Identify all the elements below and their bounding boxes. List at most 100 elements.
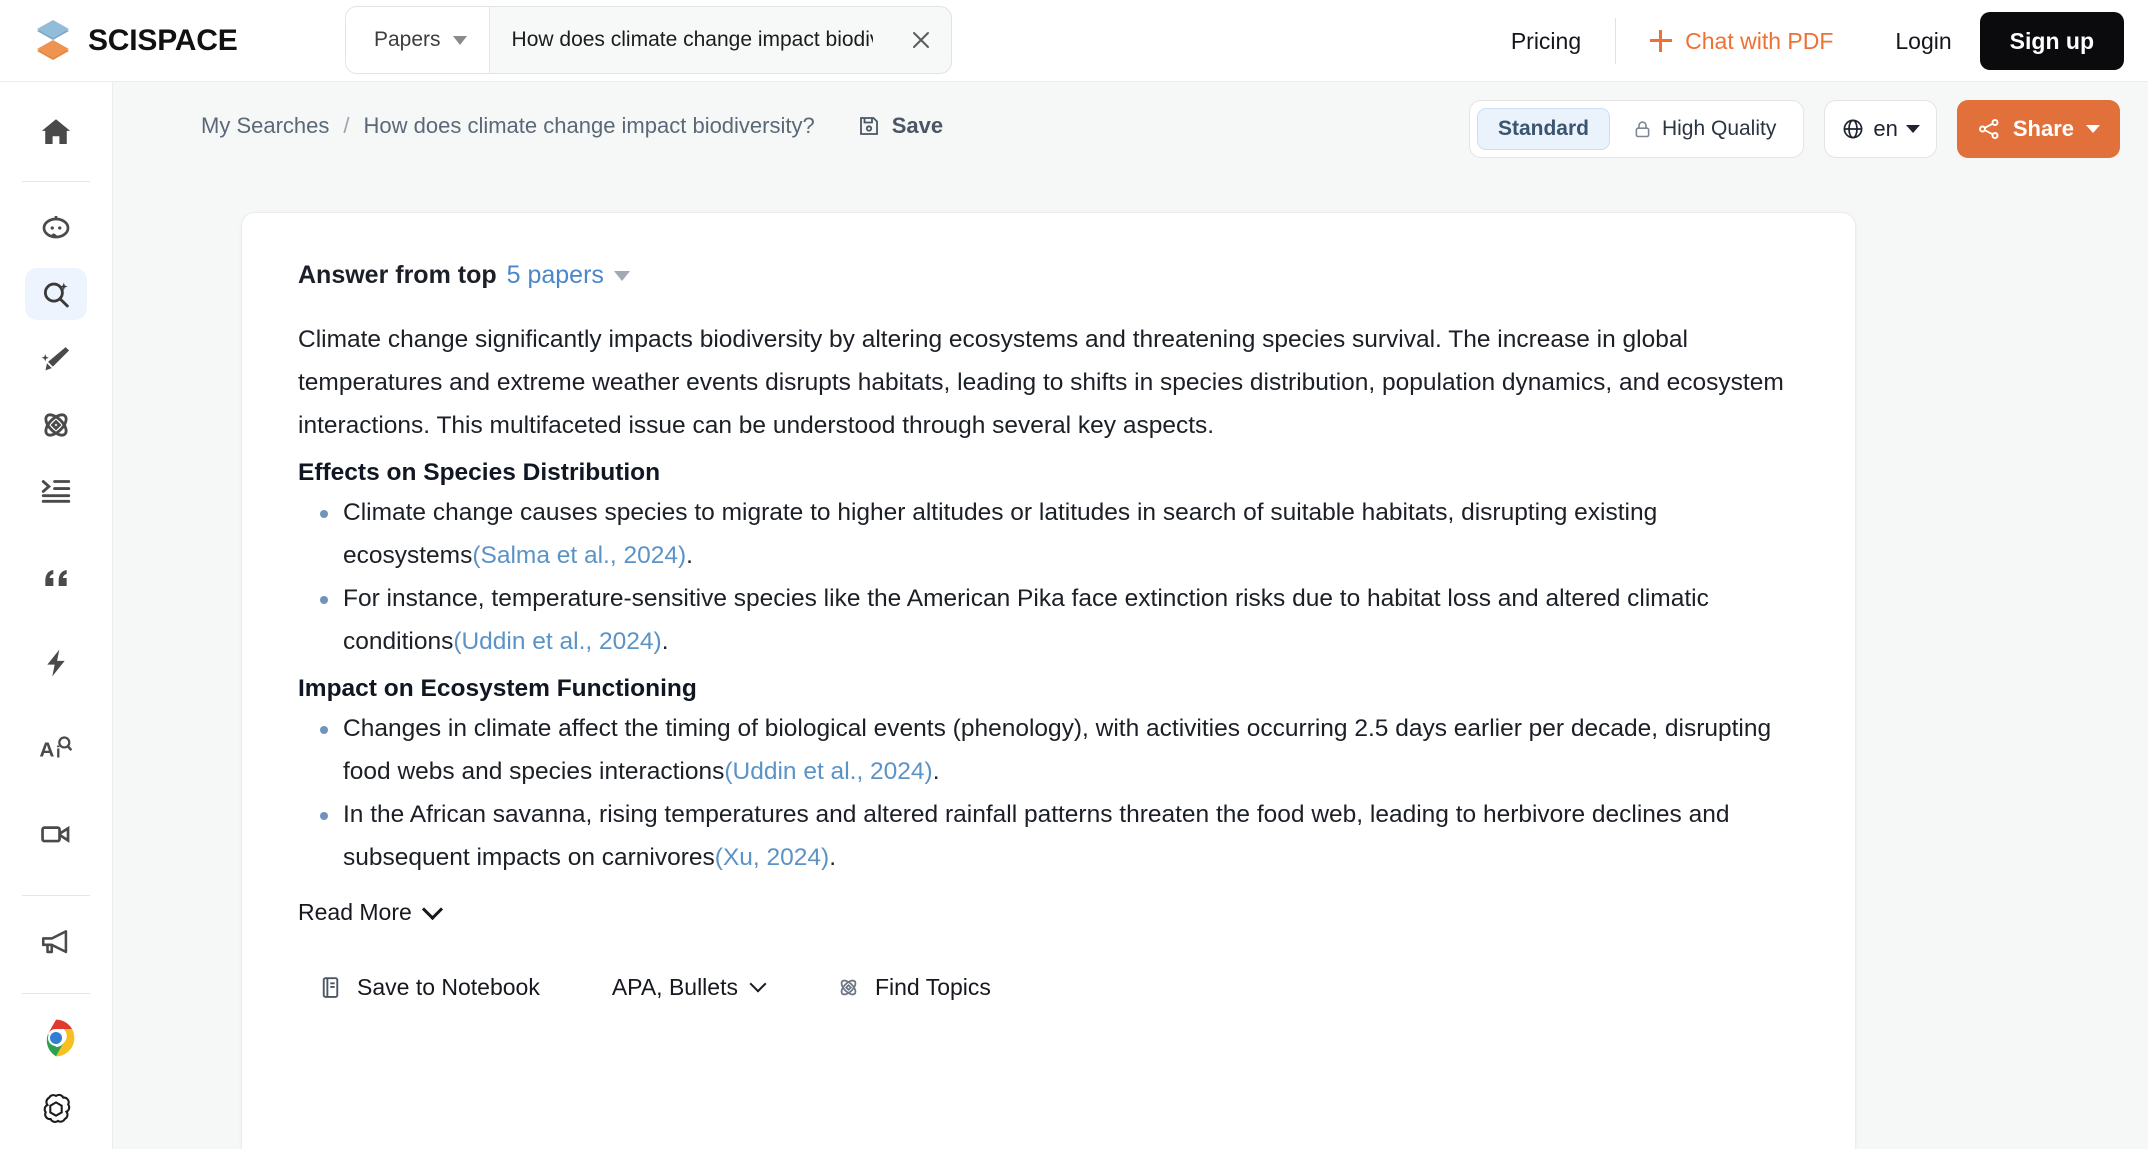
chevron-down-icon[interactable]: [613, 270, 630, 281]
top-header: SCISPACE Papers Pricing Chat with PDF Lo…: [0, 0, 2148, 82]
nav-chat-with-pdf[interactable]: Chat with PDF: [1616, 28, 1867, 55]
sidebar-divider-2: [22, 895, 90, 896]
answer-heading-prefix: Answer from top: [298, 261, 497, 289]
molecule-icon: [44, 413, 68, 437]
floppy-disk-icon: [859, 117, 878, 135]
brand-logo[interactable]: SCISPACE: [32, 18, 312, 64]
sidebar-item-gpt-plugin[interactable]: [25, 1084, 87, 1136]
sidebar-item-topics[interactable]: [25, 399, 87, 451]
read-more-label: Read More: [298, 899, 412, 925]
chevron-down-icon: [1905, 125, 1920, 133]
papers-count-link[interactable]: 5 papers: [507, 261, 604, 290]
citation-link[interactable]: (Uddin et al., 2024): [724, 758, 932, 785]
home-icon: [41, 119, 71, 145]
list-item: In the African savanna, rising temperatu…: [298, 793, 1799, 879]
quality-high-label: High Quality: [1661, 117, 1777, 140]
signup-button[interactable]: Sign up: [1979, 12, 2124, 70]
search-input[interactable]: [489, 7, 891, 73]
chrome-logo-icon: [37, 1020, 75, 1057]
answer-actions: Save to Notebook APA, Bullets Find Topic…: [298, 974, 1799, 1001]
search-scope-label: Papers: [374, 28, 441, 51]
sidebar-item-video[interactable]: [25, 808, 87, 860]
lock-icon: [1635, 120, 1650, 137]
list-item: For instance, temperature-sensitive spec…: [298, 577, 1799, 663]
citation-link[interactable]: (Xu, 2024): [715, 844, 829, 871]
ai-detector-icon: A i: [39, 736, 72, 762]
bullet-text: Changes in climate affect the timing of …: [343, 715, 1772, 785]
sidebar-divider-3: [22, 993, 90, 995]
sidebar-item-chrome-extension[interactable]: [25, 1012, 87, 1064]
left-sidebar: A i: [0, 82, 113, 1149]
nav-pricing[interactable]: Pricing: [1477, 28, 1615, 55]
share-button[interactable]: Share: [1956, 100, 2120, 158]
quality-toggle-group: Standard High Quality: [1468, 100, 1805, 158]
openai-logo-icon: [43, 1093, 71, 1123]
bullet-tail: .: [661, 628, 669, 655]
lightning-icon: [47, 649, 65, 677]
section-bullet-list: Climate change causes species to migrate…: [298, 491, 1799, 663]
svg-text:A: A: [39, 739, 54, 762]
quality-standard-option[interactable]: Standard: [1476, 108, 1610, 150]
language-selector[interactable]: en: [1824, 100, 1937, 158]
plus-icon: [1650, 30, 1673, 52]
sidebar-item-paraphrase[interactable]: [25, 333, 87, 385]
find-topics-label: Find Topics: [874, 974, 991, 1000]
magic-pencil-icon: [41, 347, 70, 371]
search-bar[interactable]: Papers: [345, 6, 952, 74]
answer-intro-paragraph: Climate change significantly impacts bio…: [298, 326, 1784, 439]
chevron-down-icon: [452, 35, 467, 45]
chevron-down-icon: [749, 975, 767, 993]
save-search-button[interactable]: Save: [857, 113, 943, 139]
list-item: Changes in climate affect the timing of …: [298, 707, 1799, 793]
megaphone-icon: [41, 930, 68, 954]
chat-bot-icon: [42, 216, 70, 239]
extract-list-icon: [41, 480, 71, 503]
bullet-tail: .: [932, 758, 940, 785]
quality-high-option[interactable]: High Quality: [1618, 117, 1790, 141]
bullet-tail: .: [686, 542, 693, 569]
list-item: Climate change causes species to migrate…: [298, 491, 1799, 577]
sidebar-item-ai-search[interactable]: [25, 267, 87, 321]
breadcrumb-current[interactable]: How does climate change impact biodivers…: [364, 113, 815, 139]
molecule-icon: [840, 979, 857, 996]
citation-style-selector[interactable]: APA, Bullets: [611, 974, 767, 1001]
breadcrumb-root[interactable]: My Searches: [201, 113, 329, 139]
chevron-down-icon: [2086, 125, 2100, 133]
citation-style-label: APA, Bullets: [611, 974, 738, 1000]
sidebar-item-quick-actions[interactable]: [25, 637, 87, 689]
save-to-notebook-button[interactable]: Save to Notebook: [318, 974, 540, 1001]
language-value: en: [1873, 116, 1898, 141]
bullet-text: In the African savanna, rising temperatu…: [343, 801, 1730, 871]
breadcrumb: My Searches / How does climate change im…: [201, 113, 815, 139]
sub-toolbar: My Searches / How does climate change im…: [113, 82, 2148, 170]
section-title: Effects on Species Distribution: [298, 459, 661, 486]
brand-name: SCISPACE: [88, 23, 238, 57]
save-label: Save: [891, 113, 944, 138]
answer-card: Answer from top 5 papers Climate change …: [241, 212, 1856, 1149]
section-bullet-list: Changes in climate affect the timing of …: [298, 707, 1799, 879]
notebook-icon: [322, 977, 339, 998]
main-content: My Searches / How does climate change im…: [113, 82, 2148, 1149]
nav-chat-with-pdf-label: Chat with PDF: [1685, 27, 1834, 54]
answer-heading: Answer from top 5 papers: [298, 261, 1799, 290]
citation-link[interactable]: (Uddin et al., 2024): [453, 628, 661, 655]
ai-search-icon: [43, 282, 69, 308]
citation-link[interactable]: (Salma et al., 2024): [472, 542, 686, 569]
sidebar-item-announcements[interactable]: [25, 916, 87, 968]
sidebar-item-citation-generator[interactable]: [25, 551, 87, 603]
sidebar-item-extract-data[interactable]: [25, 464, 87, 516]
clear-search-button[interactable]: [891, 7, 951, 73]
sidebar-item-ai-detector[interactable]: A i: [25, 722, 87, 774]
find-topics-button[interactable]: Find Topics: [836, 974, 991, 1001]
sidebar-item-home[interactable]: [25, 106, 87, 158]
breadcrumb-separator: /: [343, 113, 350, 138]
share-label: Share: [2012, 116, 2074, 141]
sidebar-item-chat[interactable]: [25, 202, 87, 254]
search-scope-selector[interactable]: Papers: [346, 7, 490, 73]
save-to-notebook-label: Save to Notebook: [357, 974, 540, 1000]
sidebar-divider: [22, 181, 90, 183]
share-nodes-icon: [1978, 119, 1999, 139]
read-more-button[interactable]: Read More: [298, 898, 443, 926]
nav-login[interactable]: Login: [1867, 28, 1979, 55]
quote-icon: [45, 569, 67, 586]
